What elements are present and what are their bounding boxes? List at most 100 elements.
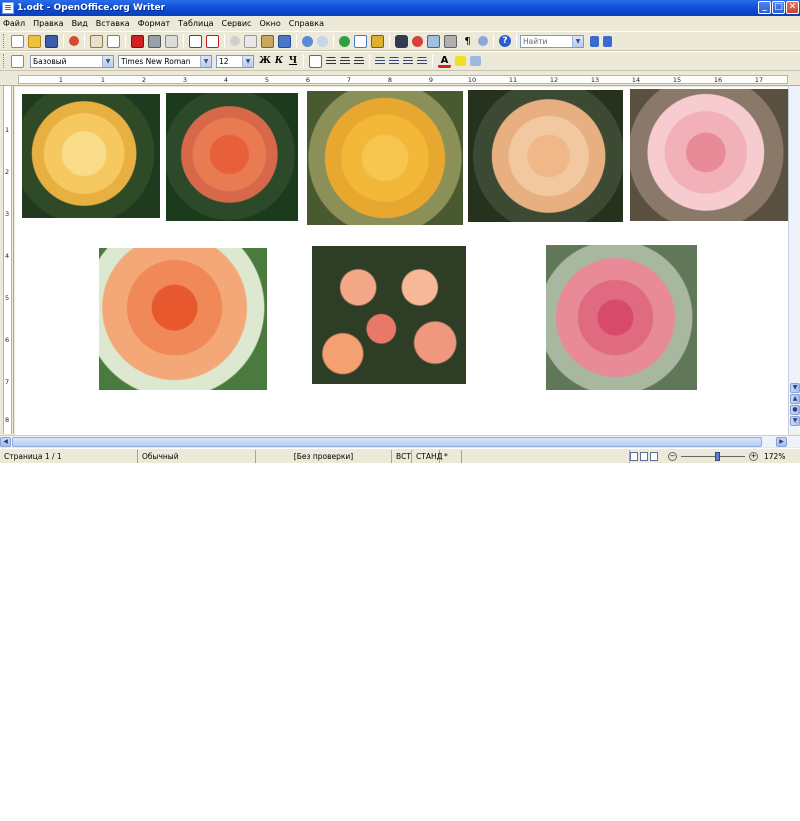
find-combobox[interactable]: Найти ▼ (520, 34, 584, 48)
decrease-indent-icon[interactable] (403, 56, 413, 66)
align-right-icon[interactable] (340, 56, 350, 66)
menu-help[interactable]: Справка (289, 19, 324, 28)
horizontal-scroll-thumb[interactable] (12, 437, 762, 447)
language-indicator[interactable]: [Без проверки] (256, 449, 392, 463)
background-color-icon[interactable] (470, 56, 481, 66)
open-folder-icon[interactable] (28, 34, 41, 48)
gallery-icon[interactable] (427, 34, 440, 48)
help-icon[interactable]: ? (499, 35, 511, 47)
scroll-left-button[interactable]: ◀ (0, 437, 11, 447)
table-icon[interactable] (354, 34, 367, 48)
vertical-ruler[interactable]: 1 2 3 4 5 6 7 8 (0, 86, 14, 434)
data-sources-icon[interactable] (444, 34, 457, 48)
paste-icon[interactable] (261, 34, 274, 48)
save-icon[interactable] (45, 34, 58, 48)
single-page-view-icon[interactable] (630, 451, 638, 461)
clone-format-icon[interactable] (278, 34, 291, 48)
spellcheck-icon[interactable] (189, 34, 202, 48)
italic-button[interactable]: К (272, 56, 286, 66)
increase-indent-icon[interactable] (417, 56, 427, 66)
zoom-in-button[interactable]: + (749, 451, 758, 461)
close-button[interactable]: ✕ (786, 1, 799, 14)
menu-window[interactable]: Окно (259, 19, 280, 28)
book-view-icon[interactable] (650, 451, 658, 461)
chevron-down-icon[interactable]: ▼ (102, 55, 113, 67)
styles-formatting-icon[interactable] (11, 54, 24, 68)
align-left-icon[interactable] (309, 54, 322, 68)
document-page[interactable] (15, 87, 788, 435)
draw-functions-icon[interactable] (371, 34, 384, 48)
new-document-icon[interactable] (11, 34, 24, 48)
chevron-down-icon[interactable]: ▼ (572, 35, 583, 47)
numbering-icon[interactable] (375, 56, 385, 66)
rose-image[interactable] (546, 245, 697, 390)
paragraph-style-combobox[interactable]: Базовый ▼ (30, 54, 114, 68)
menu-format[interactable]: Формат (138, 19, 170, 28)
next-page-button[interactable]: ▼ (790, 416, 800, 426)
menu-edit[interactable]: Правка (33, 19, 63, 28)
navigator-icon[interactable] (412, 35, 423, 47)
multi-page-view-icon[interactable] (640, 451, 648, 461)
align-center-icon[interactable] (326, 56, 336, 66)
zoom-slider[interactable] (681, 451, 745, 461)
chevron-down-icon[interactable]: ▼ (242, 55, 253, 67)
toolbar-grip[interactable] (3, 54, 6, 68)
rose-image[interactable] (468, 90, 623, 222)
print-icon[interactable] (148, 34, 161, 48)
horizontal-ruler[interactable]: 1 1 2 3 4 5 6 7 8 9 10 11 12 13 14 15 16… (0, 72, 800, 86)
toolbar-grip[interactable] (3, 34, 6, 48)
zoom-percentage[interactable]: 172% (764, 452, 785, 461)
font-name-combobox[interactable]: Times New Roman ▼ (118, 54, 212, 68)
menu-file[interactable]: Файл (3, 19, 25, 28)
autospellcheck-icon[interactable] (206, 34, 219, 48)
zoom-icon[interactable] (478, 36, 488, 46)
find-replace-icon[interactable] (395, 34, 408, 48)
menu-table[interactable]: Таблица (178, 19, 213, 28)
rose-image[interactable] (22, 94, 160, 218)
page-style-indicator[interactable]: Обычный (138, 449, 256, 463)
find-input[interactable]: Найти (523, 37, 547, 46)
formatting-marks-icon[interactable]: ¶ (461, 34, 474, 48)
rose-image[interactable] (630, 89, 788, 221)
edit-file-icon[interactable] (69, 36, 79, 46)
rose-image[interactable] (99, 248, 267, 390)
horizontal-scrollbar[interactable]: ◀ ▶ (0, 435, 800, 447)
justify-icon[interactable] (354, 56, 364, 66)
edit-mode-icon[interactable] (107, 34, 120, 48)
font-color-icon[interactable]: A (438, 55, 451, 68)
scroll-down-button[interactable]: ▼ (790, 383, 800, 393)
rose-image[interactable] (312, 246, 466, 384)
minimize-button[interactable]: _ (758, 1, 771, 14)
navigation-button[interactable]: ● (790, 405, 800, 415)
menu-insert[interactable]: Вставка (96, 19, 130, 28)
email-icon[interactable] (90, 34, 103, 48)
find-previous-icon[interactable] (603, 35, 612, 47)
export-pdf-icon[interactable] (131, 34, 144, 48)
insert-mode-indicator[interactable]: ВСТ (392, 449, 412, 463)
rose-image[interactable] (307, 91, 463, 225)
cut-icon[interactable] (230, 36, 240, 46)
menu-view[interactable]: Вид (72, 19, 88, 28)
highlighting-icon[interactable] (455, 56, 466, 66)
vertical-scrollbar[interactable]: ▲ ● ▼ ▼ (788, 86, 800, 434)
page-indicator[interactable]: Страница 1 / 1 (0, 449, 138, 463)
redo-icon[interactable] (317, 35, 328, 47)
title-bar[interactable]: 1.odt - OpenOffice.org Writer _ □ ✕ (0, 0, 800, 16)
maximize-button[interactable]: □ (772, 1, 785, 14)
selection-mode-indicator[interactable]: СТАНД (412, 449, 442, 463)
previous-page-button[interactable]: ▲ (790, 394, 800, 404)
bold-button[interactable]: Ж (258, 56, 272, 66)
find-next-icon[interactable] (590, 35, 599, 47)
bullets-icon[interactable] (389, 56, 399, 66)
underline-button[interactable]: Ч (286, 56, 300, 66)
scroll-right-button[interactable]: ▶ (776, 437, 787, 447)
undo-icon[interactable] (302, 35, 313, 47)
page-preview-icon[interactable] (165, 34, 178, 48)
zoom-out-button[interactable]: − (668, 451, 677, 461)
chevron-down-icon[interactable]: ▼ (200, 55, 211, 67)
copy-icon[interactable] (244, 34, 257, 48)
hyperlink-icon[interactable] (339, 35, 350, 47)
font-size-combobox[interactable]: 12 ▼ (216, 54, 254, 68)
zoom-slider-knob[interactable] (715, 451, 720, 461)
menu-tools[interactable]: Сервис (222, 19, 252, 28)
